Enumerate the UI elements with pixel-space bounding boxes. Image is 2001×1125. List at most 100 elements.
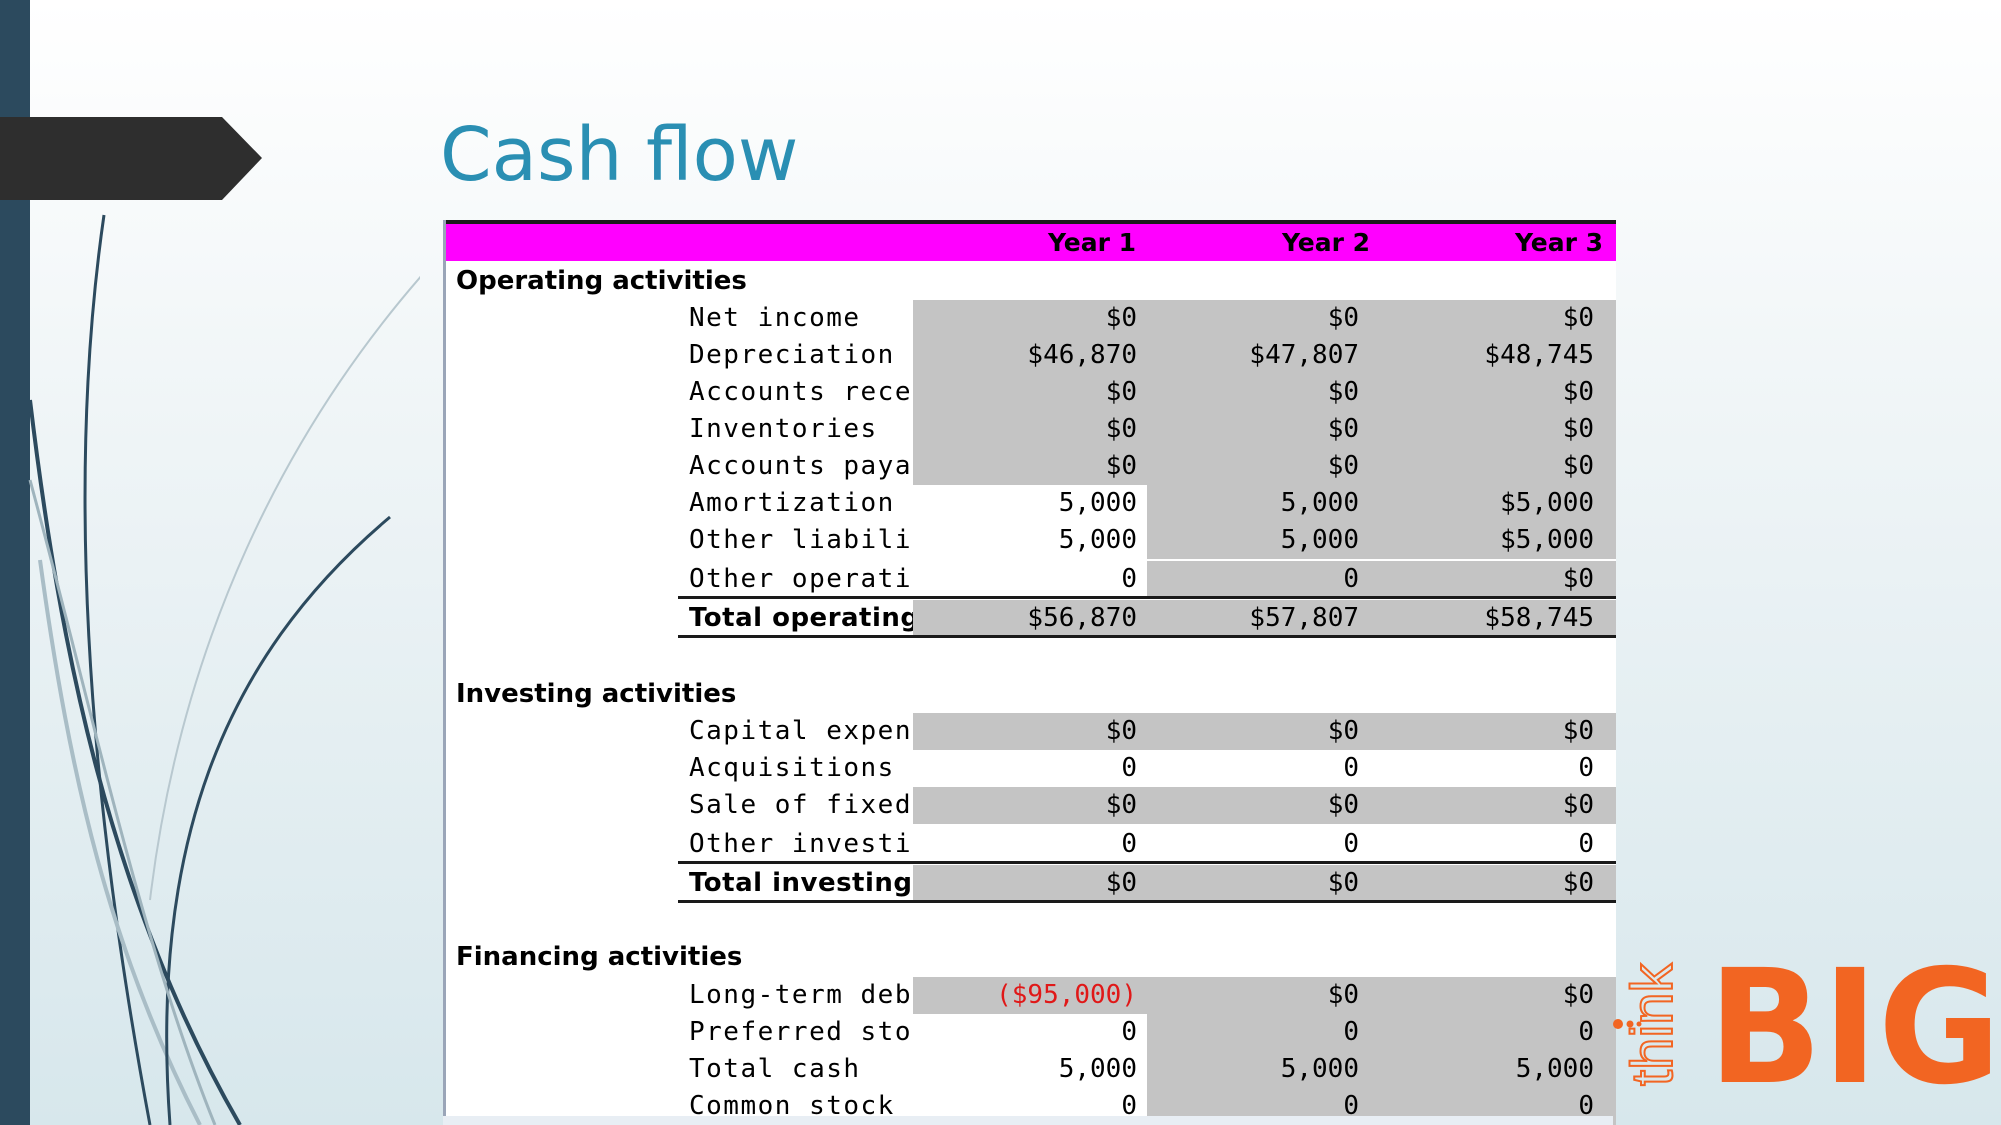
table-row: Long-term debt ($95,000) $0 $0 [446, 977, 1616, 1014]
cell: $58,745 [1381, 600, 1616, 637]
cell: $0 [1147, 300, 1381, 337]
cell: $0 [1381, 977, 1616, 1014]
row-label: Total cash [689, 1054, 861, 1084]
cell: $0 [913, 865, 1147, 902]
cell: $0 [1381, 374, 1616, 411]
cell: $0 [1147, 448, 1381, 485]
decorative-swooshes [28, 214, 420, 1125]
cell: $0 [1147, 865, 1381, 902]
row-label: Total investing [689, 868, 913, 898]
cell: $0 [913, 300, 1147, 337]
page-title: Cash flow [440, 112, 799, 198]
cell: $0 [1381, 300, 1616, 337]
row-label: Other operating [689, 564, 913, 594]
cell: 5,000 [1381, 1051, 1616, 1088]
cell: 0 [913, 826, 1147, 863]
total-rule-top [678, 596, 1616, 599]
cell: $0 [1381, 787, 1616, 824]
cell-negative: ($95,000) [913, 977, 1147, 1014]
row-label: Net income [689, 303, 861, 333]
row-label: Preferred stock [689, 1017, 913, 1047]
total-rule-bottom [678, 900, 1616, 903]
row-label: Accounts receivable [689, 377, 913, 407]
cell: 0 [1147, 561, 1381, 598]
cell: $46,870 [913, 337, 1147, 374]
cell: $0 [1381, 865, 1616, 902]
header-year-1: Year 1 [1047, 228, 1136, 257]
cell: $0 [913, 448, 1147, 485]
section-title-financing: Financing activities [456, 942, 743, 972]
cell: $0 [1147, 411, 1381, 448]
total-rule-top [678, 861, 1616, 864]
cell: 0 [1147, 1014, 1381, 1051]
cell: $0 [913, 374, 1147, 411]
table-row: Other operating 0 0 $0 [446, 561, 1616, 598]
cell: 0 [1381, 750, 1616, 787]
cell: 0 [1381, 1014, 1616, 1051]
total-row: Total operating $56,870 $57,807 $58,745 [446, 600, 1616, 637]
cell: $0 [1147, 713, 1381, 750]
think-big-logo: think BIG [1619, 940, 2001, 1090]
cell: 5,000 [1147, 522, 1381, 559]
row-label: Other liabilities [689, 525, 913, 555]
sheet-tab-strip [443, 1116, 1613, 1125]
section-title-operating: Operating activities [456, 266, 747, 296]
cell: $0 [1147, 374, 1381, 411]
cell: $48,745 [1381, 337, 1616, 374]
table-row: Accounts receivable $0 $0 $0 [446, 374, 1616, 411]
table-row: Preferred stock 0 0 0 [446, 1014, 1616, 1051]
table-row: Acquisitions 0 0 0 [446, 750, 1616, 787]
cell: $0 [913, 787, 1147, 824]
table-row: Net income $0 $0 $0 [446, 300, 1616, 337]
section-title-investing: Investing activities [456, 679, 737, 709]
cell: $0 [913, 411, 1147, 448]
table-row: Accounts payable $0 $0 $0 [446, 448, 1616, 485]
cell: 0 [913, 561, 1147, 598]
cell: 0 [1381, 826, 1616, 863]
cell: 5,000 [913, 522, 1147, 559]
header-year-3: Year 3 [1514, 228, 1603, 257]
table-row: Sale of fixed assets $0 $0 $0 [446, 787, 1616, 824]
cell: $0 [913, 713, 1147, 750]
cell: $47,807 [1147, 337, 1381, 374]
cell: $5,000 [1381, 522, 1616, 559]
logo-dots [1613, 1019, 1642, 1029]
cell: $5,000 [1381, 485, 1616, 522]
cell: $0 [1147, 977, 1381, 1014]
table-row: Capital expenditures $0 $0 $0 [446, 713, 1616, 750]
logo-big-text: BIG [1708, 940, 2001, 1090]
cell: 0 [913, 750, 1147, 787]
cell: $0 [1147, 787, 1381, 824]
cell: 0 [1147, 826, 1381, 863]
cell: $0 [1381, 713, 1616, 750]
row-label: Long-term debt [689, 980, 913, 1010]
table-header-row: Year 1 Year 2 Year 3 [446, 220, 1616, 261]
table-row: Other liabilities 5,000 5,000 $5,000 [446, 522, 1616, 559]
cash-flow-table: Year 1 Year 2 Year 3 Operating activitie… [443, 220, 1616, 1125]
cell: $0 [1381, 448, 1616, 485]
row-label: Total operating [689, 603, 913, 633]
row-label: Sale of fixed assets [689, 790, 913, 820]
cell: 0 [913, 1014, 1147, 1051]
row-label: Inventories [689, 414, 878, 444]
row-label: Amortization [689, 488, 895, 518]
table-row: Depreciation $46,870 $47,807 $48,745 [446, 337, 1616, 374]
cell: 5,000 [1147, 1051, 1381, 1088]
cell: 5,000 [913, 485, 1147, 522]
row-label: Depreciation [689, 340, 895, 370]
total-rule-bottom [678, 635, 1616, 638]
row-label: Capital expenditures [689, 716, 913, 746]
cell: $0 [1381, 411, 1616, 448]
cell: 0 [1147, 750, 1381, 787]
table-row: Other investing 0 0 0 [446, 826, 1616, 863]
cell: $56,870 [913, 600, 1147, 637]
row-label: Acquisitions [689, 753, 895, 783]
row-label: Accounts payable [689, 451, 913, 481]
total-row: Total investing $0 $0 $0 [446, 865, 1616, 902]
row-label: Other investing [689, 829, 913, 859]
table-row: Amortization 5,000 5,000 $5,000 [446, 485, 1616, 522]
cell: $0 [1381, 561, 1616, 598]
table-row: Total cash 5,000 5,000 5,000 [446, 1051, 1616, 1088]
cell: $57,807 [1147, 600, 1381, 637]
cell: 5,000 [913, 1051, 1147, 1088]
